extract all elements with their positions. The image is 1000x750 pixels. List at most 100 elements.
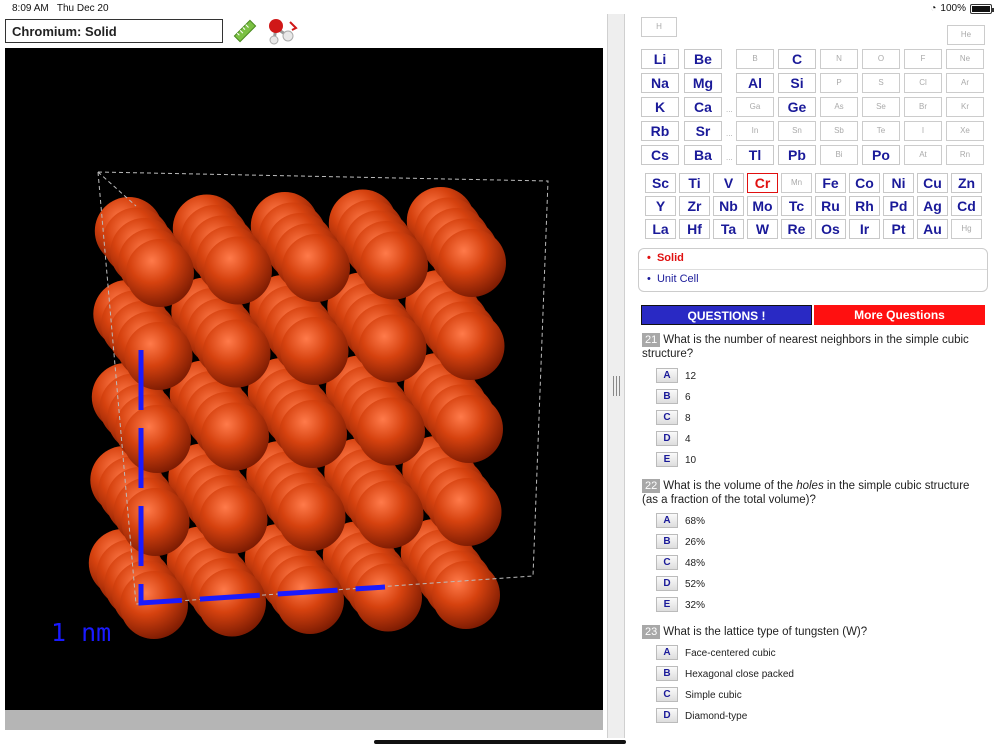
battery-icon [970, 3, 994, 14]
answer-b-button[interactable]: B [656, 389, 678, 404]
element-na[interactable]: Na [641, 73, 679, 93]
answer-d-button[interactable]: D [656, 431, 678, 446]
element-tc[interactable]: Tc [781, 196, 812, 216]
atom-sphere [357, 397, 425, 466]
element-zr[interactable]: Zr [679, 196, 710, 216]
element-k[interactable]: K [641, 97, 679, 117]
element-rb[interactable]: Rb [641, 121, 679, 141]
element-c[interactable]: C [778, 49, 816, 69]
element-cr[interactable]: Cr [747, 173, 778, 193]
answer-a-button[interactable]: A [656, 645, 678, 660]
element-at: At [904, 145, 942, 165]
element-pt[interactable]: Pt [883, 219, 914, 239]
molecule-viewer[interactable]: 1 nm [5, 48, 603, 710]
status-right: ◔ 100% [930, 3, 994, 14]
atom-sphere [123, 405, 191, 473]
element-ti[interactable]: Ti [679, 173, 710, 193]
element-po[interactable]: Po [862, 145, 900, 165]
element-os[interactable]: Os [815, 219, 846, 239]
answer-text: Hexagonal close packed [685, 669, 794, 680]
element-ir[interactable]: Ir [849, 219, 880, 239]
answer-c-button[interactable]: C [656, 555, 678, 570]
questions-button[interactable]: QUESTIONS ! [641, 305, 812, 325]
divider-grip-icon[interactable] [613, 376, 620, 396]
element-cd[interactable]: Cd [951, 196, 982, 216]
answer-b-button[interactable]: B [656, 534, 678, 549]
answer-d-button[interactable]: D [656, 708, 678, 723]
menu-item-unit-cell[interactable]: • Unit Cell [639, 270, 987, 291]
element-rh[interactable]: Rh [849, 196, 880, 216]
answer-text: Face-centered cubic [685, 648, 776, 659]
answer-a-button[interactable]: A [656, 368, 678, 383]
scale-label: 1 nm [51, 618, 112, 647]
element-ag[interactable]: Ag [917, 196, 948, 216]
element-tl[interactable]: Tl [736, 145, 774, 165]
element-se: Se [862, 97, 900, 117]
element-pb[interactable]: Pb [778, 145, 816, 165]
element-mo[interactable]: Mo [747, 196, 778, 216]
element-b: B [736, 49, 774, 69]
element-mg[interactable]: Mg [684, 73, 722, 93]
answer-text: 26% [685, 537, 706, 548]
atom-sphere [276, 566, 344, 634]
element-kr: Kr [946, 97, 984, 117]
element-hf[interactable]: Hf [679, 219, 710, 239]
atom-sphere [204, 236, 272, 305]
element-ba[interactable]: Ba [684, 145, 722, 165]
more-questions-button[interactable]: More Questions [814, 305, 985, 325]
status-bar: 8:09 AM Thu Dec 20 ◔ 100% [0, 0, 1000, 18]
atom-sphere [120, 571, 188, 639]
answer-text: 4 [685, 434, 691, 445]
answer-c-button[interactable]: C [656, 687, 678, 702]
element-f: F [904, 49, 942, 69]
element-co[interactable]: Co [849, 173, 880, 193]
answer-d-button[interactable]: D [656, 576, 678, 591]
answer-text: 6 [685, 392, 691, 403]
element-fe[interactable]: Fe [815, 173, 846, 193]
element-i: I [904, 121, 942, 141]
element-li[interactable]: Li [641, 49, 679, 69]
answer-e-button[interactable]: E [656, 452, 678, 467]
element-sc[interactable]: Sc [645, 173, 676, 193]
element-ni[interactable]: Ni [883, 173, 914, 193]
atom-sphere [435, 395, 503, 463]
lattice-render [88, 171, 549, 639]
element-w[interactable]: W [747, 219, 778, 239]
answer-b-button[interactable]: B [656, 666, 678, 681]
element-in: In [736, 121, 774, 141]
element-te: Te [862, 121, 900, 141]
split-divider[interactable] [607, 14, 625, 738]
question-number: 21 [642, 333, 661, 347]
element-al[interactable]: Al [736, 73, 774, 93]
element-ge[interactable]: Ge [778, 97, 816, 117]
element-nb[interactable]: Nb [713, 196, 744, 216]
answer-c-button[interactable]: C [656, 410, 678, 425]
element-o: O [862, 49, 900, 69]
element-ta[interactable]: Ta [713, 219, 744, 239]
answer-a-button[interactable]: A [656, 513, 678, 528]
element-be[interactable]: Be [684, 49, 722, 69]
ruler-icon[interactable] [232, 18, 258, 44]
element-ca[interactable]: Ca [684, 97, 722, 117]
element-pd[interactable]: Pd [883, 196, 914, 216]
element-si[interactable]: Si [778, 73, 816, 93]
element-re[interactable]: Re [781, 219, 812, 239]
element-v[interactable]: V [713, 173, 744, 193]
element-la[interactable]: La [645, 219, 676, 239]
element-cs[interactable]: Cs [641, 145, 679, 165]
element-rn: Rn [946, 145, 984, 165]
question-number: 22 [642, 479, 661, 493]
element-cu[interactable]: Cu [917, 173, 948, 193]
answer-text: 12 [685, 371, 697, 382]
element-sr[interactable]: Sr [684, 121, 722, 141]
answer-e-button[interactable]: E [656, 597, 678, 612]
home-indicator[interactable] [374, 740, 626, 744]
molecule-icon[interactable] [266, 16, 298, 46]
element-zn[interactable]: Zn [951, 173, 982, 193]
atom-sphere [121, 488, 190, 556]
element-ru[interactable]: Ru [815, 196, 846, 216]
menu-item-solid[interactable]: • Solid [639, 249, 987, 270]
element-y[interactable]: Y [645, 196, 676, 216]
atom-sphere [433, 478, 502, 546]
element-au[interactable]: Au [917, 219, 948, 239]
